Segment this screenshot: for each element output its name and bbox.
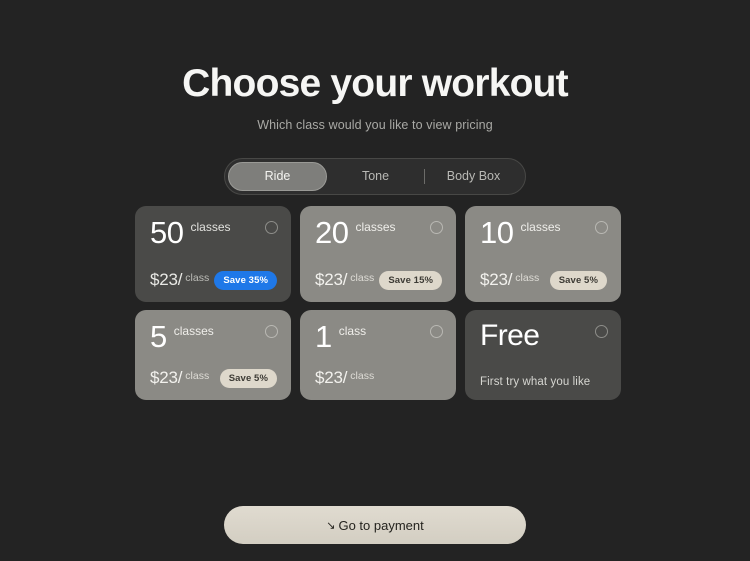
plan-card-header: 1 class: [315, 319, 442, 354]
radio-icon[interactable]: [265, 325, 278, 338]
plan-price: $23/ class: [315, 368, 374, 388]
tab-body-box-label: Body Box: [446, 169, 501, 184]
plan-card-10[interactable]: 10 classes $23/ class Save 5%: [465, 206, 621, 302]
plan-price-unit: class: [515, 272, 540, 284]
radio-icon[interactable]: [595, 221, 608, 234]
workout-type-tabs-wrapper: Ride Tone Body Box: [0, 157, 750, 195]
plan-unit: classes: [355, 220, 396, 234]
plan-card-footer: $23/ class Save 15%: [315, 270, 442, 290]
plan-card-20[interactable]: 20 classes $23/ class Save 15%: [300, 206, 456, 302]
plan-count: 5: [150, 319, 167, 354]
plan-save-badge: Save 15%: [379, 270, 442, 290]
page-header: Choose your workout Which class would yo…: [0, 0, 750, 132]
plan-price-amount: $23/: [315, 270, 348, 289]
go-to-payment-button[interactable]: ↘ Go to payment: [224, 506, 526, 544]
plan-price-unit: class: [350, 370, 375, 382]
plan-count: Free: [480, 319, 540, 352]
plan-price-unit: class: [185, 272, 210, 284]
plan-price-unit: class: [185, 370, 210, 382]
plan-card-header: Free: [480, 319, 607, 352]
plan-card-5[interactable]: 5 classes $23/ class Save 5%: [135, 310, 291, 400]
plan-count: 50: [150, 215, 184, 250]
plan-card-free[interactable]: Free First try what you like: [465, 310, 621, 400]
plan-price: $23/ class: [480, 270, 539, 290]
tab-body-box[interactable]: Body Box: [425, 162, 522, 191]
plan-card-1[interactable]: 1 class $23/ class: [300, 310, 456, 400]
plan-unit: classes: [520, 220, 561, 234]
plan-count: 10: [480, 215, 514, 250]
pricing-card-grid: 50 classes $23/ class Save 35% 20 classe…: [135, 206, 621, 400]
radio-icon[interactable]: [595, 325, 608, 338]
plan-price-amount: $23/: [315, 368, 348, 387]
plan-price-amount: $23/: [150, 368, 183, 387]
plan-card-footer: First try what you like: [480, 376, 607, 388]
plan-card-header: 10 classes: [480, 215, 607, 250]
plan-price-unit: class: [350, 272, 375, 284]
plan-save-badge: Save 5%: [549, 270, 607, 290]
plan-price: $23/ class: [315, 270, 374, 290]
plan-save-badge: Save 35%: [214, 270, 277, 290]
tab-tone[interactable]: Tone: [327, 162, 424, 191]
tab-ride-label: Ride: [264, 169, 291, 184]
plan-card-header: 5 classes: [150, 319, 277, 354]
workout-type-tabs: Ride Tone Body Box: [224, 157, 526, 195]
page-subtitle: Which class would you like to view prici…: [257, 117, 493, 132]
plan-card-footer: $23/ class: [315, 368, 442, 388]
plan-card-header: 20 classes: [315, 215, 442, 250]
tab-tone-label: Tone: [361, 169, 390, 184]
plan-unit: classes: [173, 324, 214, 338]
plan-card-header: 50 classes: [150, 215, 277, 250]
pricing-page: Choose your workout Which class would yo…: [0, 0, 750, 561]
go-to-payment-label: Go to payment: [338, 517, 424, 533]
plan-unit: classes: [190, 220, 231, 234]
page-title: Choose your workout: [182, 62, 568, 105]
plan-card-footer: $23/ class Save 35%: [150, 270, 277, 290]
plan-price-amount: $23/: [150, 270, 183, 289]
plan-price: $23/ class: [150, 270, 209, 290]
plan-card-footer: $23/ class Save 5%: [480, 270, 607, 290]
tab-ride[interactable]: Ride: [228, 161, 327, 191]
radio-icon[interactable]: [265, 221, 278, 234]
plan-count: 1: [315, 319, 332, 354]
plan-card-50[interactable]: 50 classes $23/ class Save 35%: [135, 206, 291, 302]
plan-price-amount: $23/: [480, 270, 513, 289]
plan-card-footer: $23/ class Save 5%: [150, 368, 277, 388]
plan-unit: class: [338, 324, 367, 338]
radio-icon[interactable]: [430, 325, 443, 338]
cta-wrapper: ↘ Go to payment: [0, 506, 750, 544]
plan-count: 20: [315, 215, 349, 250]
plan-save-badge: Save 5%: [219, 368, 277, 388]
arrow-down-right-icon: ↘: [326, 519, 336, 532]
plan-price: $23/ class: [150, 368, 209, 388]
radio-icon[interactable]: [430, 221, 443, 234]
plan-description: First try what you like: [480, 376, 591, 388]
